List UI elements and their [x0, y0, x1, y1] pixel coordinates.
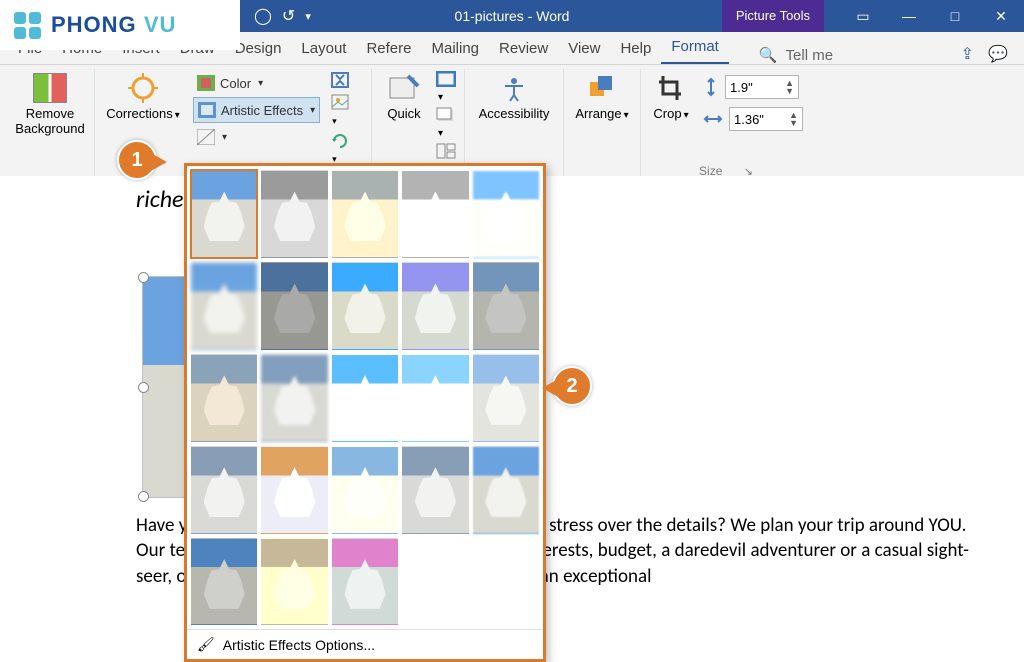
accessibility-button[interactable]: Accessibility	[473, 71, 555, 122]
minimize-icon[interactable]: —	[886, 0, 932, 32]
tab-help[interactable]: Help	[610, 34, 661, 64]
group-size: Crop▾ 1.9"▲▼ 1.36"▲▼ Size ↘	[641, 69, 811, 181]
artistic-effect-thumb[interactable]	[402, 354, 468, 442]
qat-more-icon[interactable]: ▾	[305, 10, 311, 23]
artistic-effect-thumb[interactable]	[191, 538, 257, 626]
artistic-effect-thumb[interactable]	[191, 354, 257, 442]
brand-logo: PHONG VU	[0, 0, 240, 50]
artistic-effect-thumb[interactable]	[473, 446, 539, 534]
change-picture-icon[interactable]: ▾	[330, 93, 350, 127]
contextual-tab-label: Picture Tools	[722, 0, 824, 32]
tab-mailings[interactable]: Mailing	[422, 34, 490, 64]
artistic-effect-thumb[interactable]	[191, 170, 257, 258]
picture-border-icon[interactable]: ▾	[436, 71, 456, 103]
width-input[interactable]: 1.36"▲▼	[729, 107, 803, 131]
artistic-effect-thumb[interactable]	[261, 354, 327, 442]
height-icon	[703, 77, 719, 97]
artistic-effect-thumb[interactable]	[473, 262, 539, 350]
artistic-effect-thumb[interactable]	[261, 538, 327, 626]
artistic-effect-thumb[interactable]	[261, 262, 327, 350]
artistic-effect-thumb[interactable]	[332, 446, 398, 534]
artistic-effect-thumb[interactable]	[332, 170, 398, 258]
tab-references[interactable]: Refere	[356, 34, 421, 64]
remove-background-button[interactable]: Remove Background	[14, 71, 86, 137]
compress-pictures-icon[interactable]	[330, 71, 350, 89]
height-input[interactable]: 1.9"▲▼	[725, 75, 799, 99]
artistic-effect-thumb[interactable]	[332, 354, 398, 442]
artistic-effect-thumb[interactable]	[191, 262, 257, 350]
transparency-button[interactable]: ▾	[193, 125, 320, 149]
width-icon	[703, 111, 723, 127]
tell-me-search[interactable]: 🔍 Tell me	[759, 46, 833, 64]
artistic-effect-thumb[interactable]	[473, 354, 539, 442]
tab-review[interactable]: Review	[489, 34, 558, 64]
reset-picture-icon[interactable]: ▾	[330, 131, 350, 165]
callout-2: 2	[552, 366, 592, 406]
maximize-icon[interactable]: □	[932, 0, 978, 32]
color-button[interactable]: Color▾	[193, 71, 320, 95]
autosave-toggle[interactable]: ◯	[254, 6, 272, 26]
undo-icon[interactable]: ↺	[282, 6, 295, 26]
artistic-effect-thumb[interactable]	[402, 262, 468, 350]
artistic-effects-gallery: 🖌 Artistic Effects Options...	[184, 163, 546, 662]
comments-button[interactable]: 💬	[988, 44, 1008, 64]
artistic-effect-thumb[interactable]	[402, 446, 468, 534]
ribbon-display-icon[interactable]: ▭	[840, 0, 886, 32]
tab-view[interactable]: View	[558, 34, 610, 64]
window-title: 01-pictures - Word	[455, 8, 570, 24]
artistic-effect-thumb[interactable]	[332, 262, 398, 350]
tab-format[interactable]: Format	[661, 32, 729, 64]
artistic-effect-thumb[interactable]	[402, 170, 468, 258]
share-button[interactable]: ⇪	[961, 44, 974, 64]
search-icon: 🔍	[759, 46, 778, 64]
quick-styles-button[interactable]: Quick	[380, 71, 428, 175]
group-remove-bg: Remove Background	[6, 69, 95, 181]
artistic-effect-thumb[interactable]	[261, 170, 327, 258]
tab-layout[interactable]: Layout	[291, 34, 356, 64]
artistic-effects-button[interactable]: Artistic Effects▾	[193, 97, 320, 123]
artistic-effect-thumb[interactable]	[191, 446, 257, 534]
crop-button[interactable]: Crop▾	[649, 71, 693, 122]
artistic-effect-thumb[interactable]	[473, 170, 539, 258]
artistic-effects-options[interactable]: 🖌 Artistic Effects Options...	[187, 629, 543, 659]
brush-icon: 🖌	[197, 636, 215, 653]
arrange-button[interactable]: Arrange▾	[572, 71, 632, 122]
callout-1: 1	[117, 140, 157, 180]
group-arrange: Arrange▾	[564, 69, 641, 181]
artistic-effect-thumb[interactable]	[332, 538, 398, 626]
close-icon[interactable]: ✕	[978, 0, 1024, 32]
picture-effects-icon[interactable]: ▾	[436, 107, 456, 139]
artistic-effect-thumb[interactable]	[261, 446, 327, 534]
